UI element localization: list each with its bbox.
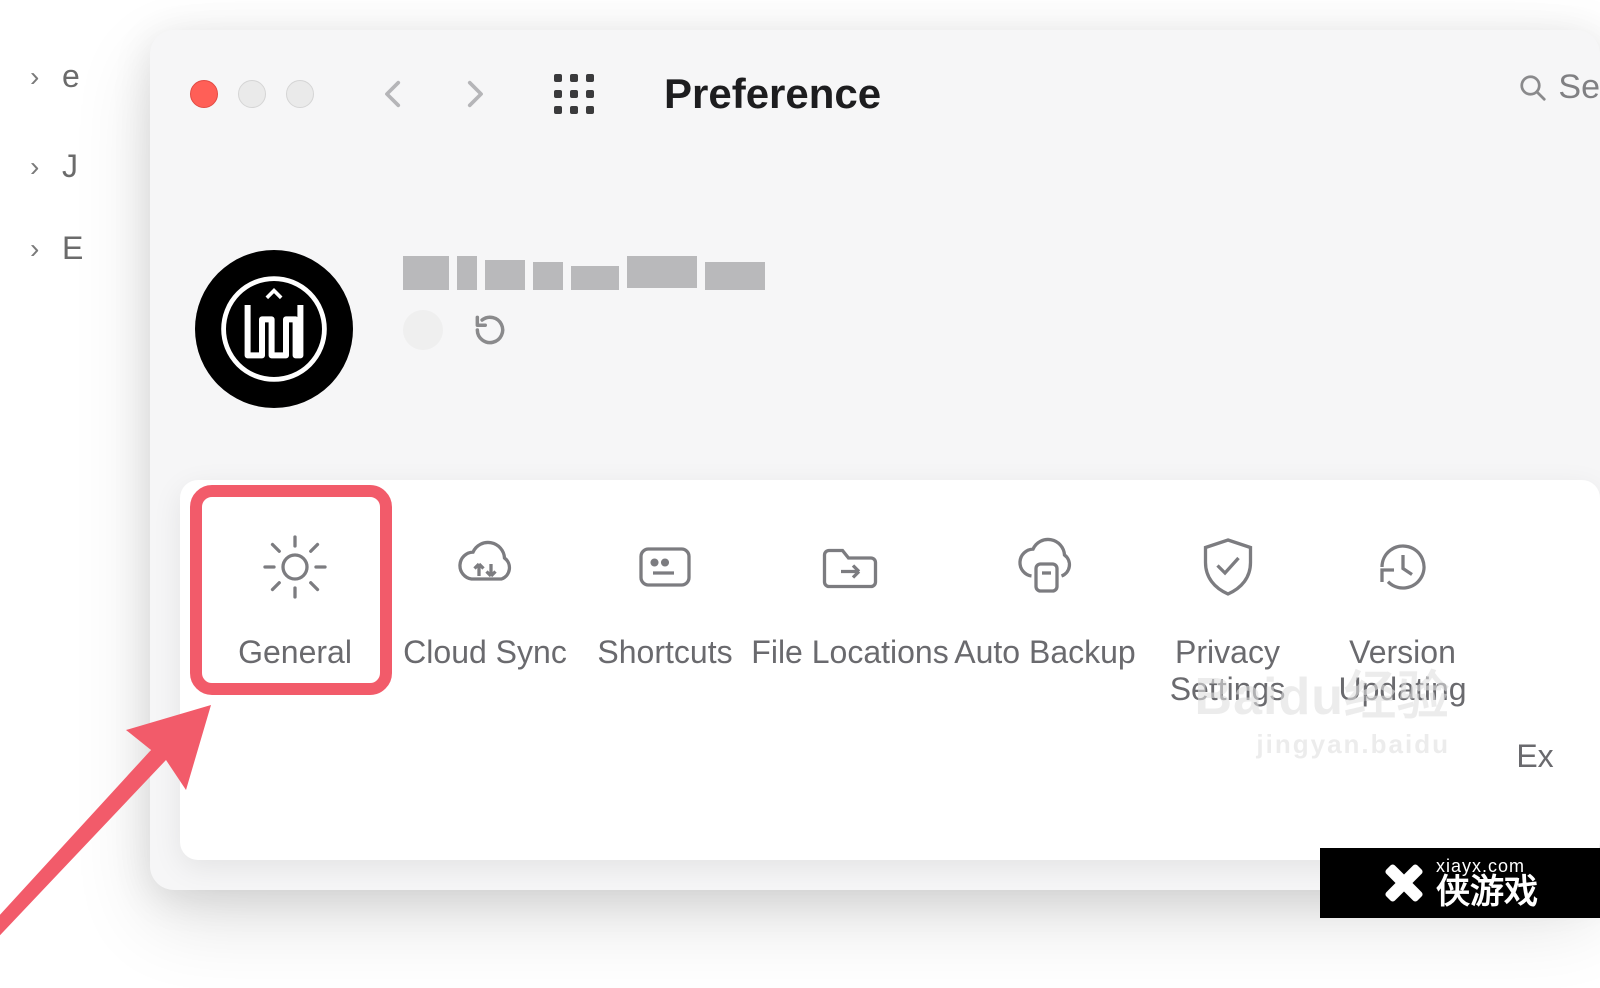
forward-button[interactable]: [454, 74, 494, 114]
sidebar-row[interactable]: › e: [0, 50, 90, 103]
titlebar: Preference Se: [150, 30, 1600, 158]
close-button[interactable]: [190, 80, 218, 108]
preferences-window: Preference Se: [150, 30, 1600, 890]
window-title: Preference: [664, 70, 881, 118]
profile-text: [403, 256, 765, 350]
xiayx-logo-icon: [1382, 861, 1426, 905]
history-icon: [1366, 530, 1440, 604]
tab-file-locations[interactable]: File Locations: [750, 530, 950, 671]
cloud-sync-icon: [448, 530, 522, 604]
search-icon: [1518, 73, 1548, 103]
minimize-button[interactable]: [238, 80, 266, 108]
username-blurred: [403, 256, 765, 290]
profile-section: [195, 250, 765, 408]
search-field[interactable]: Se: [1518, 68, 1600, 107]
chevron-right-icon: ›: [30, 233, 39, 265]
watermark-brand: Baidu经验: [1195, 654, 1450, 729]
avatar[interactable]: [195, 250, 353, 408]
sidebar-label: J: [62, 148, 78, 185]
tab-general[interactable]: General: [200, 530, 390, 671]
sidebar-label: E: [62, 230, 83, 267]
back-button[interactable]: [374, 74, 414, 114]
chevron-right-icon: ›: [30, 61, 39, 93]
tab-label: General: [238, 634, 352, 671]
maximize-button[interactable]: [286, 80, 314, 108]
grid-icon[interactable]: [554, 74, 594, 114]
chevron-right-icon: ›: [30, 151, 39, 183]
traffic-lights: [190, 80, 314, 108]
avatar-logo-icon: [214, 269, 334, 389]
backup-icon: [1008, 530, 1082, 604]
tab-cloud-sync[interactable]: Cloud Sync: [390, 530, 580, 671]
gear-icon: [258, 530, 332, 604]
sidebar-row[interactable]: › E: [0, 222, 93, 275]
xiayx-text: 侠游戏: [1436, 875, 1538, 909]
tab-label: Ex: [1516, 738, 1553, 775]
screenshot-root: › e › J › E: [0, 0, 1600, 988]
refresh-button[interactable]: [471, 311, 509, 349]
tab-label: Shortcuts: [597, 634, 732, 671]
tab-shortcuts[interactable]: Shortcuts: [580, 530, 750, 671]
sidebar-row[interactable]: › J: [0, 140, 88, 193]
background-sidebar: › e › J › E: [0, 0, 150, 988]
keyboard-icon: [628, 530, 702, 604]
tab-export[interactable]: Ex: [1490, 530, 1580, 775]
baidu-watermark: Baidu经验 jingyan.baidu: [1195, 654, 1450, 760]
xiayx-corner-badge: xiayx.com 侠游戏: [1320, 848, 1600, 918]
tab-label: Auto Backup: [954, 634, 1135, 671]
tab-label: File Locations: [751, 634, 948, 671]
profile-subrow: [403, 310, 765, 350]
status-badge: [403, 310, 443, 350]
tab-auto-backup[interactable]: Auto Backup: [950, 530, 1140, 671]
watermark-sub: jingyan.baidu: [1195, 729, 1450, 760]
tab-label: Cloud Sync: [403, 634, 567, 671]
search-placeholder: Se: [1558, 68, 1600, 107]
folder-arrow-icon: [813, 530, 887, 604]
nav-buttons: [374, 74, 494, 114]
shield-check-icon: [1191, 530, 1265, 604]
sidebar-label: e: [62, 58, 80, 95]
